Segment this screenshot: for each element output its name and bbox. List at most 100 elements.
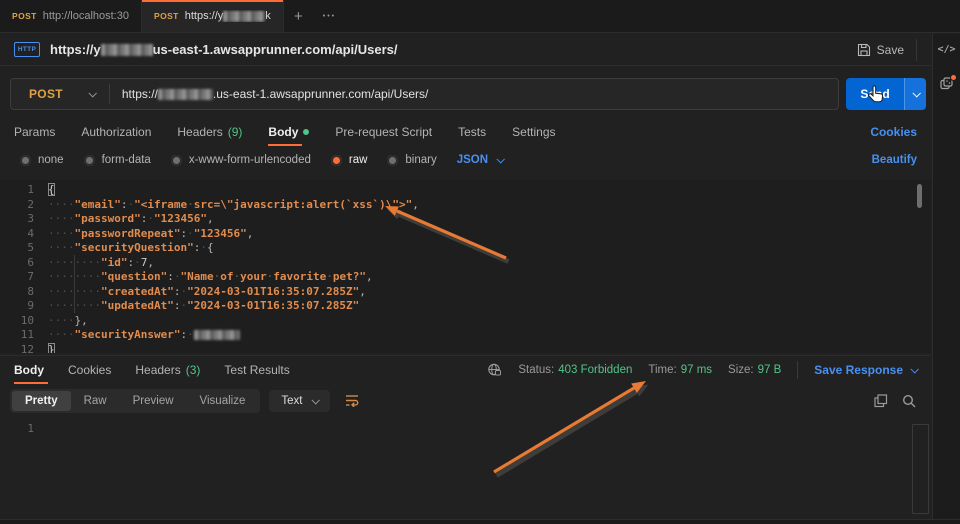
- beautify-link[interactable]: Beautify: [872, 154, 917, 166]
- view-raw[interactable]: Raw: [71, 391, 120, 411]
- divider: [109, 84, 110, 104]
- code-line: 9········"updatedAt":·"2024-03-01T16:35:…: [0, 299, 931, 314]
- tab-headers[interactable]: Headers(9): [177, 118, 242, 145]
- cookies-panel-icon[interactable]: [940, 77, 953, 90]
- redacted-hostname: [158, 89, 213, 100]
- response-tab-body[interactable]: Body: [14, 356, 44, 383]
- right-sidebar: </>: [932, 34, 960, 524]
- code-line: 1{: [0, 183, 931, 198]
- save-response-button[interactable]: Save Response: [814, 363, 917, 377]
- view-pretty[interactable]: Pretty: [12, 391, 71, 411]
- code-snippet-icon[interactable]: </>: [937, 44, 955, 55]
- time-value: 97 ms: [681, 364, 712, 376]
- response-tool-icons: [874, 394, 926, 408]
- response-tab-headers[interactable]: Headers(3): [135, 356, 200, 383]
- request-tabs: Params Authorization Headers(9) Body Pre…: [0, 118, 931, 145]
- code-line: 8········"createdAt":·"2024-03-01T16:35:…: [0, 285, 931, 300]
- code-line: 1: [0, 422, 931, 437]
- radio-binary[interactable]: binary: [387, 154, 436, 166]
- headers-count: (3): [186, 363, 201, 377]
- tab-tests[interactable]: Tests: [458, 118, 486, 145]
- response-meta: Status:403 Forbidden Time:97 ms Size:97 …: [487, 361, 917, 379]
- size-value: 97 B: [758, 364, 782, 376]
- radio-none[interactable]: none: [20, 154, 64, 166]
- status-field: Status:403 Forbidden: [518, 364, 632, 376]
- code-line: 6········"id":·7,: [0, 256, 931, 271]
- code-line: 7········"question":·"Name·of·your·favor…: [0, 270, 931, 285]
- cookies-link[interactable]: Cookies: [870, 125, 917, 139]
- url-input-box: POST https://.us-east-1.awsapprunner.com…: [10, 78, 839, 110]
- url-input[interactable]: https://.us-east-1.awsapprunner.com/api/…: [122, 87, 428, 101]
- redacted-hostname: [223, 11, 265, 22]
- radio-form-data[interactable]: form-data: [84, 154, 151, 166]
- body-type-options: none form-data x-www-form-urlencoded raw…: [0, 149, 931, 171]
- response-toolbar: Pretty Raw Preview Visualize Text: [10, 388, 926, 413]
- copy-icon[interactable]: [874, 394, 888, 408]
- radio-icon: [84, 155, 95, 166]
- code-line: 10····},: [0, 314, 931, 329]
- request-tab-apprunner[interactable]: POST https://yk.us-ea: [142, 0, 284, 32]
- redacted-value: [194, 330, 240, 340]
- view-preview[interactable]: Preview: [120, 391, 187, 411]
- response-body-lines: 1: [0, 422, 931, 437]
- tab-settings[interactable]: Settings: [512, 118, 555, 145]
- modified-dot: [303, 129, 309, 135]
- divider: [916, 39, 917, 61]
- request-method-badge: POST: [12, 11, 37, 21]
- send-options-button[interactable]: [904, 78, 926, 110]
- chevron-down-icon: [912, 89, 920, 97]
- request-tab-url: http://localhost:3000/ap: [43, 10, 129, 22]
- code-line: 12}: [0, 343, 931, 354]
- wrap-text-button[interactable]: [339, 391, 366, 410]
- workspace-tab-bar: POST http://localhost:3000/ap POST https…: [0, 0, 960, 33]
- tab-body[interactable]: Body: [268, 118, 309, 145]
- new-tab-button[interactable]: +: [284, 0, 313, 32]
- notification-dot: [950, 74, 957, 81]
- radio-icon: [171, 155, 182, 166]
- radio-raw[interactable]: raw: [331, 154, 368, 166]
- method-dropdown[interactable]: POST: [11, 87, 109, 101]
- response-tab-cookies[interactable]: Cookies: [68, 356, 111, 383]
- view-visualize[interactable]: Visualize: [187, 391, 259, 411]
- chevron-down-icon: [312, 396, 320, 404]
- format-dropdown[interactable]: JSON: [457, 154, 503, 166]
- indent-guide: [74, 255, 75, 313]
- radio-x-www-form-urlencoded[interactable]: x-www-form-urlencoded: [171, 154, 311, 166]
- floppy-disk-icon: [857, 43, 871, 57]
- method-label: POST: [29, 87, 63, 101]
- request-method-badge: POST: [154, 11, 179, 21]
- tab-authorization[interactable]: Authorization: [81, 118, 151, 145]
- response-format-dropdown[interactable]: Text: [269, 390, 330, 412]
- tab-params[interactable]: Params: [14, 118, 55, 145]
- window-bottom-strip: [0, 519, 960, 524]
- save-label: Save: [877, 43, 904, 57]
- radio-icon: [387, 155, 398, 166]
- http-method-icon: HTTP: [14, 42, 40, 57]
- code-line: 11····"securityAnswer":·: [0, 328, 931, 343]
- editor-scrollbar[interactable]: [917, 184, 922, 208]
- size-field: Size:97 B: [728, 364, 781, 376]
- request-title: https://yus-east-1.awsapprunner.com/api/…: [50, 42, 398, 57]
- request-header: HTTP https://yus-east-1.awsapprunner.com…: [0, 34, 931, 66]
- request-tab-url: https://yk.us-ea: [185, 10, 271, 22]
- tab-options-button[interactable]: •••: [313, 0, 346, 32]
- headers-count: (9): [228, 125, 243, 139]
- send-button-group: Send: [846, 78, 926, 110]
- request-tab-localhost[interactable]: POST http://localhost:3000/ap: [0, 0, 142, 32]
- chevron-down-icon: [910, 365, 918, 373]
- search-icon[interactable]: [902, 394, 916, 408]
- response-scrollbar-track[interactable]: [912, 424, 929, 514]
- view-mode-group: Pretty Raw Preview Visualize: [10, 389, 260, 413]
- response-body[interactable]: 1: [0, 415, 931, 519]
- divider: [797, 361, 798, 379]
- time-field: Time:97 ms: [648, 364, 712, 376]
- request-body-editor[interactable]: 1{2····"email":·"<iframe·src=\"javascrip…: [0, 180, 931, 353]
- response-tab-test-results[interactable]: Test Results: [224, 356, 289, 383]
- send-button[interactable]: Send: [846, 78, 904, 110]
- code-line: 5····"securityQuestion":·{: [0, 241, 931, 256]
- chevron-down-icon: [497, 155, 505, 163]
- code-line: 3····"password":·"123456",: [0, 212, 931, 227]
- tab-pre-request-script[interactable]: Pre-request Script: [335, 118, 432, 145]
- url-bar: POST https://.us-east-1.awsapprunner.com…: [10, 78, 926, 110]
- save-button[interactable]: Save: [849, 39, 912, 61]
